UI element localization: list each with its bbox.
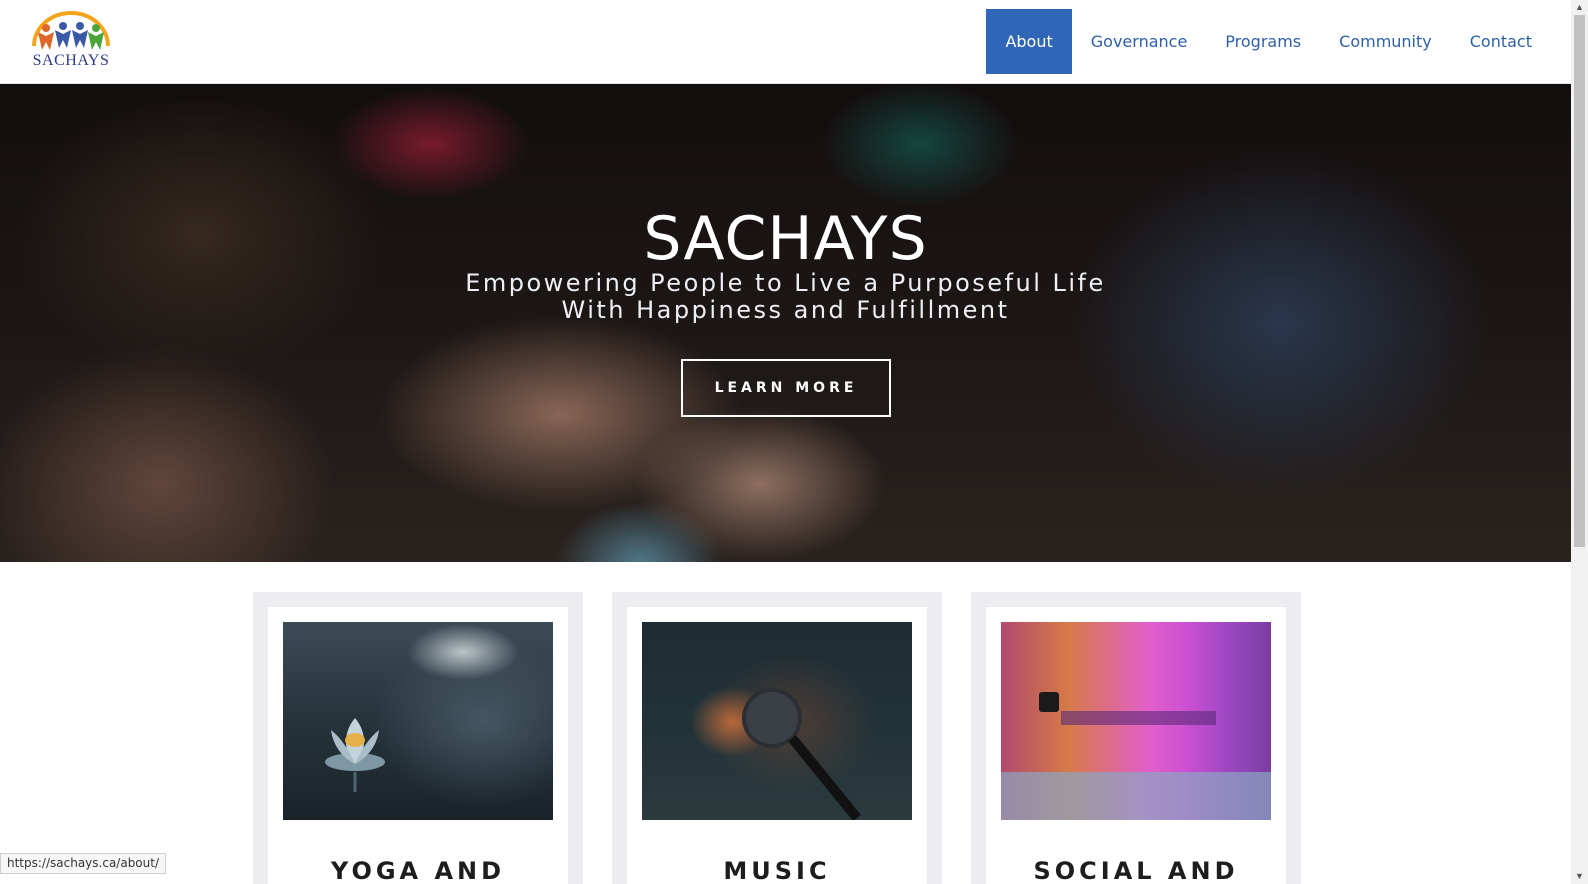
logo-text: SACHAYS [32,52,110,69]
card-music[interactable]: MUSIC [612,592,942,884]
learn-more-button[interactable]: LEARN MORE [681,359,891,417]
scroll-down-icon[interactable]: ▼ [1571,869,1588,884]
nav-contact[interactable]: Contact [1451,9,1551,74]
program-cards: YOGA AND WELLNESS MUSIC [0,562,1571,884]
hero-subtitle-line-2: With Happiness and Fulfillment [561,296,1010,324]
card-social[interactable]: SOCIAL AND ENGAGEMENT [971,592,1301,884]
hero-title: SACHAYS [643,204,928,274]
sachays-logo[interactable]: SACHAYS [28,8,114,72]
nav-governance[interactable]: Governance [1072,9,1207,74]
status-bar-url: https://sachays.ca/about/ [0,853,167,874]
hero-subtitle: Empowering People to Live a Purposeful L… [0,270,1571,324]
card-yoga[interactable]: YOGA AND WELLNESS [253,592,583,884]
nav-community[interactable]: Community [1320,9,1451,74]
nav-about[interactable]: About [986,9,1072,74]
hero-subtitle-line-1: Empowering People to Live a Purposeful L… [465,269,1106,297]
scroll-thumb[interactable] [1574,15,1585,547]
people-icon [1001,692,1271,820]
nav-programs[interactable]: Programs [1206,9,1320,74]
scroll-up-icon[interactable]: ▲ [1571,0,1588,15]
page-scrollbar[interactable]: ▲ ▼ [1571,0,1588,884]
card-inner: MUSIC [627,607,927,884]
lotus-flower-image[interactable] [283,622,553,820]
card-inner: SOCIAL AND ENGAGEMENT [986,607,1286,884]
logo-figures-icon [32,11,110,50]
group-hug-image[interactable] [1001,622,1271,820]
main-nav: About Governance Programs Community Cont… [986,9,1551,74]
card-title[interactable]: SOCIAL AND ENGAGEMENT [986,857,1286,884]
site-header: SACHAYS About Governance Programs Commun… [0,0,1571,84]
lotus-icon [325,718,385,792]
card-title[interactable]: MUSIC [627,857,927,884]
microphone-image[interactable] [642,622,912,820]
card-title[interactable]: YOGA AND WELLNESS [268,857,568,884]
microphone-icon [742,688,861,820]
card-inner: YOGA AND WELLNESS [268,607,568,884]
hero-banner: SACHAYS Empowering People to Live a Purp… [0,84,1571,562]
